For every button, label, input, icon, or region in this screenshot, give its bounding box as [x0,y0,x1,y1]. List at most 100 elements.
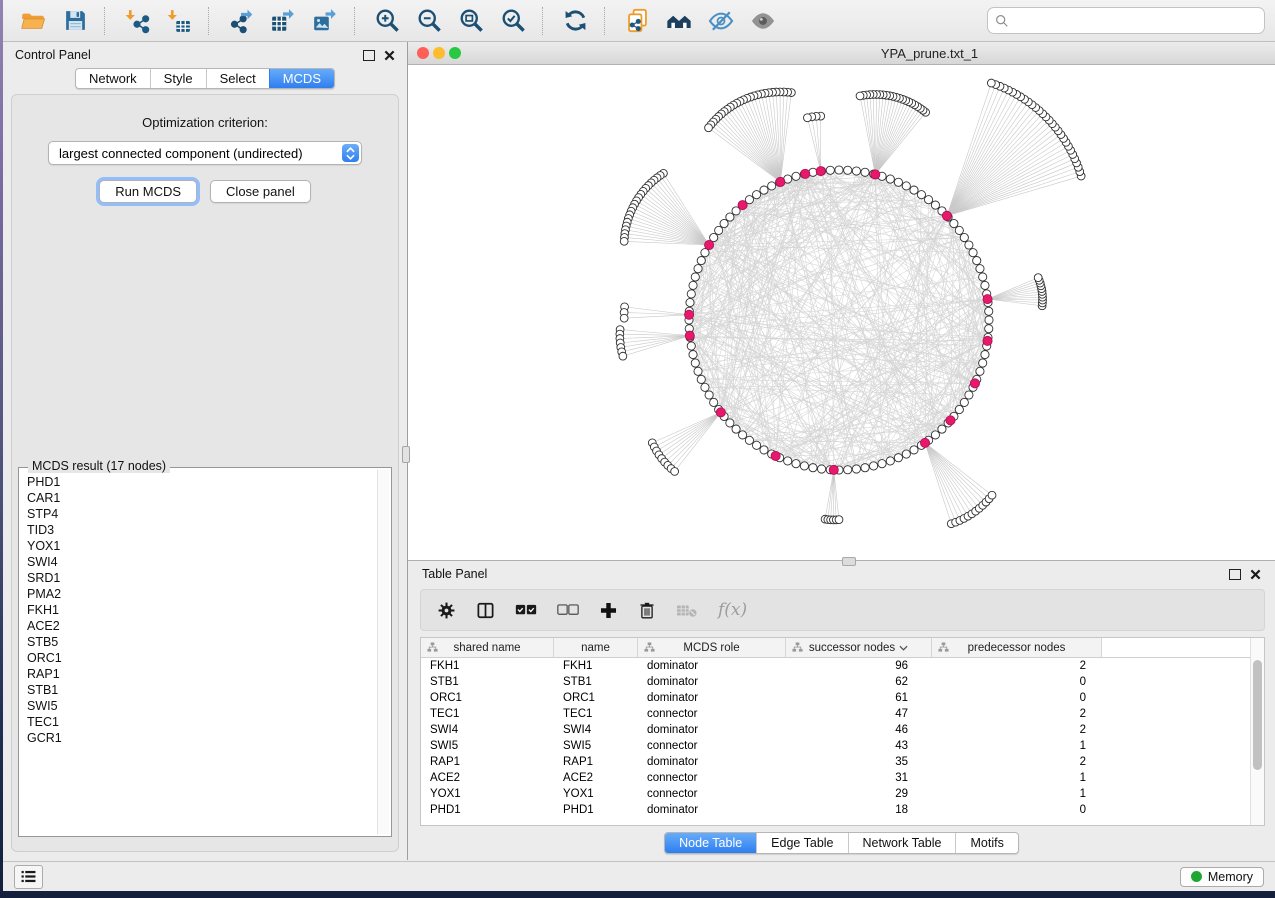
zoom-out-button[interactable] [409,4,449,38]
table-row[interactable]: SWI4SWI4dominator462 [421,722,1264,738]
settings-gear-button[interactable] [437,601,456,620]
function-builder-button-disabled[interactable]: f(x) [718,600,747,620]
mcds-result-item[interactable]: SWI4 [27,554,377,570]
mcds-result-item[interactable]: TEC1 [27,714,377,730]
close-panel-button[interactable]: Close panel [210,180,311,203]
export-network-button[interactable] [221,4,261,38]
mcds-result-item[interactable]: ACE2 [27,618,377,634]
task-history-button[interactable] [14,865,43,889]
mcds-result-item[interactable]: SWI5 [27,698,377,714]
table-cell: 1 [932,788,1102,800]
table-row[interactable]: PHD1PHD1dominator180 [421,802,1264,818]
table-cell: SWI5 [554,740,638,752]
table-panel-title: Table Panel [422,567,487,581]
show-columns-button[interactable] [476,601,495,620]
maximize-window-light[interactable] [449,47,461,59]
node-table[interactable]: shared name name MCDS role [420,637,1265,826]
delete-column-button[interactable] [638,601,656,620]
document-share-icon [624,7,651,34]
network-graph[interactable] [408,65,1275,560]
close-panel-icon[interactable] [384,50,395,61]
table-row[interactable]: YOX1YOX1connector291 [421,786,1264,802]
network-window-titlebar[interactable]: YPA_prune.txt_1 [408,42,1275,65]
float-panel-icon[interactable] [1229,569,1241,580]
mcds-result-item[interactable]: ORC1 [27,650,377,666]
table-row[interactable]: SWI5SWI5connector431 [421,738,1264,754]
horizontal-splitter-handle[interactable] [842,557,856,566]
mcds-result-item[interactable]: GCR1 [27,730,377,746]
close-panel-icon[interactable] [1250,569,1261,580]
column-header-successor-nodes[interactable]: successor nodes [786,638,932,657]
mcds-result-item[interactable]: STB1 [27,682,377,698]
table-row[interactable]: FKH1FKH1dominator962 [421,658,1264,674]
memory-button[interactable]: Memory [1180,867,1264,887]
table-row[interactable]: ORC1ORC1dominator610 [421,690,1264,706]
mcds-result-item[interactable]: TID3 [27,522,377,538]
search-input[interactable] [1014,12,1257,29]
open-file-button[interactable] [13,4,53,38]
open-folder-icon [20,8,46,34]
import-network-button[interactable] [117,4,157,38]
table-cell: 2 [932,708,1102,720]
save-session-button[interactable] [55,4,95,38]
criterion-dropdown[interactable]: largest connected component (undirected) [48,141,362,165]
mcds-result-item[interactable]: SRD1 [27,570,377,586]
minimize-window-light[interactable] [433,47,445,59]
mcds-result-item[interactable]: YOX1 [27,538,377,554]
table-row[interactable]: TEC1TEC1connector472 [421,706,1264,722]
tab-motifs[interactable]: Motifs [955,833,1017,853]
share-document-button[interactable] [617,4,657,38]
tab-network-table[interactable]: Network Table [848,833,956,853]
add-column-button[interactable] [599,601,618,620]
table-cell: YOX1 [554,788,638,800]
mcds-result-item[interactable]: FKH1 [27,602,377,618]
mcds-result-item[interactable]: STB5 [27,634,377,650]
delete-table-button-disabled[interactable] [676,603,698,618]
tab-edge-table[interactable]: Edge Table [756,833,847,853]
mcds-result-item[interactable]: STP4 [27,506,377,522]
refresh-view-button[interactable] [555,4,595,38]
zoom-in-button[interactable] [367,4,407,38]
table-cell: 62 [786,676,932,688]
tab-network[interactable]: Network [76,69,150,88]
unselect-all-button[interactable] [557,603,579,617]
table-row[interactable]: STB1STB1dominator620 [421,674,1264,690]
hide-selected-button[interactable] [701,4,741,38]
eye-icon [749,7,777,35]
show-all-button[interactable] [743,4,783,38]
mcds-result-item[interactable]: PMA2 [27,586,377,602]
tab-mcds[interactable]: MCDS [269,69,334,88]
column-header-mcds-role[interactable]: MCDS role [638,638,786,657]
zoom-selected-button[interactable] [493,4,533,38]
zoom-fit-button[interactable] [451,4,491,38]
network-canvas[interactable] [408,65,1275,560]
import-table-button[interactable] [159,4,199,38]
table-cell: 46 [786,724,932,736]
table-scrollbar-thumb[interactable] [1253,660,1262,770]
first-neighbors-button[interactable] [659,4,699,38]
table-cell: RAP1 [421,756,554,768]
tab-node-table[interactable]: Node Table [665,833,756,853]
run-mcds-button[interactable]: Run MCDS [99,180,197,203]
table-row[interactable]: ACE2ACE2connector311 [421,770,1264,786]
mcds-result-item[interactable]: RAP1 [27,666,377,682]
tab-select[interactable]: Select [206,69,269,88]
trash-icon [638,601,656,620]
close-window-light[interactable] [417,47,429,59]
export-image-button[interactable] [305,4,345,38]
table-scrollbar[interactable] [1250,638,1264,825]
vertical-splitter-handle[interactable] [402,446,410,463]
export-table-button[interactable] [263,4,303,38]
tab-style[interactable]: Style [150,69,206,88]
column-header-name[interactable]: name [554,638,638,657]
float-panel-icon[interactable] [363,50,375,61]
select-all-button[interactable] [515,603,537,617]
mcds-list-scrollbar[interactable] [377,470,389,834]
column-header-shared-name[interactable]: shared name [421,638,554,657]
mcds-result-item[interactable]: PHD1 [27,474,377,490]
column-header-predecessor-nodes[interactable]: predecessor nodes [932,638,1102,657]
table-cell: 43 [786,740,932,752]
mcds-result-item[interactable]: CAR1 [27,490,377,506]
table-row[interactable]: RAP1RAP1dominator352 [421,754,1264,770]
search-field[interactable] [987,7,1265,34]
